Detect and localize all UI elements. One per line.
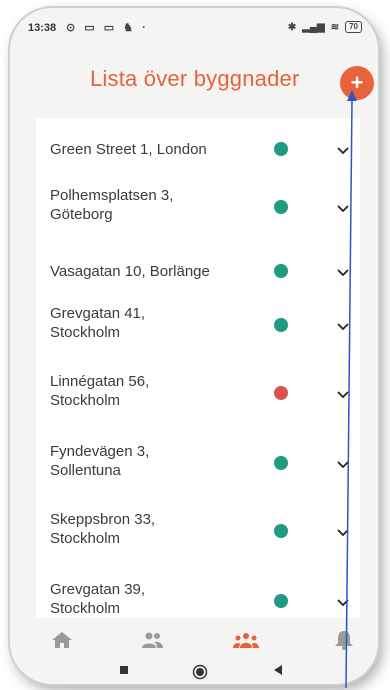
annotation-arrow [345, 90, 357, 689]
